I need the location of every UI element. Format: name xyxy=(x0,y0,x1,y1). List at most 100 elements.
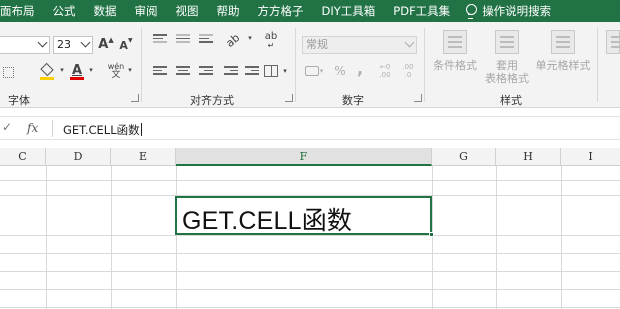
group-separator xyxy=(141,28,142,102)
cell-grid[interactable] xyxy=(0,166,620,309)
grid-line xyxy=(0,271,620,272)
group-separator xyxy=(597,28,598,102)
enter-check-icon[interactable]: ✓ xyxy=(2,120,12,134)
format-as-table-label-2[interactable]: 表格格式 xyxy=(478,72,536,85)
grid-line xyxy=(0,307,620,308)
chevron-down-icon[interactable]: ▾ xyxy=(246,33,254,43)
column-header-h[interactable]: H xyxy=(496,148,561,166)
orientation-button[interactable]: ab xyxy=(224,31,243,50)
font-dialog-launcher-icon[interactable] xyxy=(131,94,139,102)
number-group-label: 数字 xyxy=(342,94,364,107)
number-format-value: 常规 xyxy=(306,38,328,51)
cell-styles-icon xyxy=(551,30,575,54)
fill-color-button[interactable] xyxy=(38,62,56,80)
number-dialog-launcher-icon[interactable] xyxy=(414,94,422,102)
decrease-decimal-button[interactable]: .00.0 xyxy=(399,62,417,80)
align-top-icon[interactable] xyxy=(153,34,167,46)
format-as-table-label-1[interactable]: 套用 xyxy=(484,59,530,72)
column-header-e[interactable]: E xyxy=(111,148,176,166)
tab-page-layout[interactable]: 面布局 xyxy=(0,0,44,22)
grid-line xyxy=(0,289,620,290)
conditional-formatting-button[interactable]: 条件格式 xyxy=(430,59,480,72)
tab-diy-toolbox[interactable]: DIY工具箱 xyxy=(313,0,385,22)
borders-icon xyxy=(2,66,14,78)
tab-view[interactable]: 视图 xyxy=(167,0,208,22)
font-color-button[interactable]: A xyxy=(69,61,85,80)
tab-fangfang[interactable]: 方方格子 xyxy=(249,0,313,22)
chevron-down-icon[interactable]: ▾ xyxy=(281,66,289,76)
decrease-indent-icon[interactable] xyxy=(224,66,238,78)
chevron-down-icon xyxy=(37,37,48,48)
chevron-down-icon[interactable]: ▾ xyxy=(58,65,66,75)
chevron-down-icon xyxy=(404,37,415,48)
tab-pdf-tools[interactable]: PDF工具集 xyxy=(384,0,459,22)
grid-line xyxy=(432,166,433,309)
active-cell-f[interactable]: GET.CELL函数 xyxy=(175,196,432,235)
align-bottom-icon[interactable] xyxy=(199,34,213,46)
column-header-f[interactable]: F xyxy=(176,148,432,166)
font-name-combo[interactable] xyxy=(0,36,50,54)
align-middle-icon[interactable] xyxy=(176,34,190,46)
increase-indent-icon[interactable] xyxy=(245,66,259,78)
column-header-d[interactable]: D xyxy=(46,148,111,166)
text-cursor xyxy=(140,123,142,136)
font-group-label: 字体 xyxy=(8,94,30,107)
tab-review[interactable]: 审阅 xyxy=(126,0,167,22)
shrink-font-button[interactable]: A ▼ xyxy=(119,37,133,53)
group-separator xyxy=(424,28,425,102)
align-right-icon[interactable] xyxy=(199,66,213,78)
fill-color-bar xyxy=(40,77,54,80)
formula-text: GET.CELL函数 xyxy=(63,123,140,137)
font-color-bar xyxy=(70,77,84,80)
merge-cells-icon xyxy=(264,65,278,77)
accounting-format-button[interactable]: ▾ xyxy=(303,63,325,79)
tab-data[interactable]: 数据 xyxy=(85,0,126,22)
font-size-value: 23 xyxy=(57,38,71,51)
grid-line xyxy=(176,166,177,309)
column-header-g[interactable]: G xyxy=(432,148,496,166)
chevron-down-icon[interactable]: ▾ xyxy=(126,65,134,75)
formula-bar: ✓ fx GET.CELL函数 xyxy=(0,116,620,140)
grid-line xyxy=(0,253,620,254)
ribbon: 23 A ▲ A ▼ ▾ A ▾ wén 文 ▾ 字体 ab ▾ ab ↵ ▾ … xyxy=(0,22,620,108)
active-cell-value: GET.CELL函数 xyxy=(182,207,353,235)
alignment-dialog-launcher-icon[interactable] xyxy=(285,94,293,102)
increase-decimal-button[interactable]: ←0.00 xyxy=(376,62,394,80)
number-format-combo[interactable]: 常规 xyxy=(302,36,417,54)
styles-group-label: 样式 xyxy=(500,94,522,107)
insert-function-button[interactable]: fx xyxy=(27,121,38,135)
format-as-table-icon xyxy=(495,30,519,54)
comma-style-button[interactable]: , xyxy=(355,59,365,78)
cell-styles-button[interactable]: 单元格样式 xyxy=(533,59,593,72)
group-separator xyxy=(295,28,296,102)
lightbulb-icon xyxy=(465,4,478,19)
cells-insert-icon[interactable] xyxy=(606,30,620,54)
grid-line xyxy=(46,166,47,309)
formula-input[interactable]: GET.CELL函数 xyxy=(63,122,142,138)
ribbon-tab-bar: 面布局 公式 数据 审阅 视图 帮助 方方格子 DIY工具箱 PDF工具集 操作… xyxy=(0,0,620,22)
wrap-text-button[interactable]: ab ↵ xyxy=(261,32,281,51)
grid-line xyxy=(0,180,620,181)
grow-font-button[interactable]: A ▲ xyxy=(98,36,113,52)
font-size-combo[interactable]: 23 xyxy=(53,36,93,54)
percent-button[interactable]: % xyxy=(333,63,347,79)
chevron-down-icon xyxy=(80,37,91,48)
alignment-group-label: 对齐方式 xyxy=(190,94,234,107)
align-center-icon[interactable] xyxy=(176,66,190,78)
grid-line xyxy=(111,166,112,309)
tab-formulas[interactable]: 公式 xyxy=(44,0,85,22)
tell-me-search[interactable]: 操作说明搜索 xyxy=(459,3,551,19)
borders-button[interactable] xyxy=(0,64,16,80)
fill-handle[interactable] xyxy=(429,232,434,237)
phonetic-button[interactable]: wén 文 xyxy=(105,61,127,81)
tab-help[interactable]: 帮助 xyxy=(208,0,249,22)
paint-bucket-icon xyxy=(40,62,54,76)
align-left-icon[interactable] xyxy=(153,66,167,78)
column-header-row: C D E F G H I xyxy=(0,148,620,166)
column-header-i[interactable]: I xyxy=(561,148,620,166)
column-header-c[interactable]: C xyxy=(0,148,46,166)
grid-line xyxy=(496,166,497,309)
chevron-down-icon[interactable]: ▾ xyxy=(87,65,95,75)
conditional-formatting-icon xyxy=(443,30,467,54)
merge-center-button[interactable] xyxy=(262,62,280,80)
